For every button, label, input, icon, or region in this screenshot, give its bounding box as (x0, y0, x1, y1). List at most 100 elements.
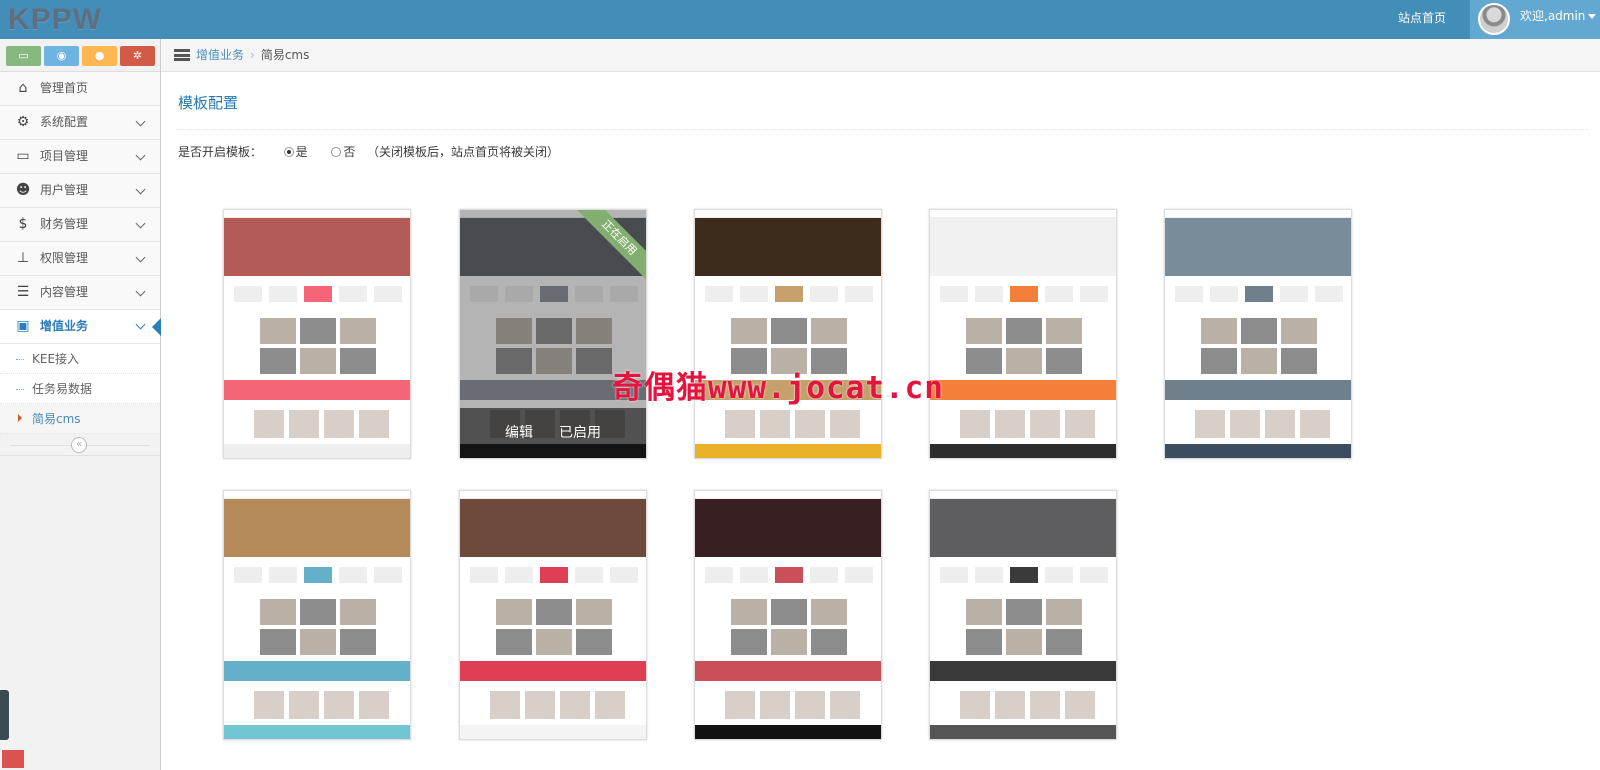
cogs-shortcut-button[interactable]: ✲ (120, 46, 155, 66)
breadcrumb-parent-link[interactable]: 增值业务 (196, 48, 244, 62)
sidebar-subitem-3[interactable]: 简易cms (0, 404, 160, 434)
template-banner (1165, 218, 1351, 276)
sidebar-item-4[interactable]: ☻ 用户管理 (0, 174, 160, 208)
sidebar-item-6[interactable]: ⊥ 权限管理 (0, 242, 160, 276)
template-feature-block (1045, 567, 1073, 583)
breadcrumb-current: 简易cms (260, 48, 310, 62)
sidebar-item-8[interactable]: ▣ 增值业务 (0, 310, 161, 344)
template-footer (695, 444, 881, 458)
template-thumb-block (1300, 410, 1330, 438)
template-image-block (771, 629, 807, 655)
user-shortcut-button[interactable]: ● (82, 46, 117, 66)
template-image-block (1046, 599, 1082, 625)
template-footer (695, 725, 881, 739)
template-stats-strip (224, 380, 410, 400)
caret-down-icon[interactable] (1588, 14, 1596, 19)
template-card-8[interactable] (694, 490, 882, 740)
template-footer (930, 725, 1116, 739)
template-feature-block (269, 567, 297, 583)
template-image-block (260, 348, 296, 374)
template-feature-block (975, 286, 1003, 302)
template-image-block (811, 318, 847, 344)
template-card-3[interactable] (694, 209, 882, 459)
template-card-6[interactable] (223, 490, 411, 740)
chevron-down-icon (135, 319, 146, 330)
template-feature-block (1010, 286, 1038, 302)
user-icon: ● (94, 49, 105, 62)
radio-no[interactable] (331, 147, 342, 157)
template-image-block (576, 629, 612, 655)
template-feature-block (810, 567, 838, 583)
template-image-block (496, 629, 532, 655)
template-stats-strip (930, 380, 1116, 400)
template-topbar (695, 210, 881, 218)
briefcase-icon: ▣ (16, 318, 30, 334)
template-image-block (1281, 318, 1317, 344)
template-thumb-block (289, 410, 319, 438)
avatar[interactable] (1478, 3, 1510, 35)
template-feature-block (610, 567, 638, 583)
user-menu[interactable]: 欢迎,admin (1470, 0, 1600, 39)
sidebar-item-label: 增值业务 (40, 319, 89, 333)
template-image-block (731, 318, 767, 344)
template-card-7[interactable] (459, 490, 647, 740)
page-title: 模板配置 (178, 94, 239, 112)
template-stats-strip (460, 661, 646, 681)
template-footer (1165, 444, 1351, 458)
template-banner (224, 218, 410, 276)
radio-yes-label[interactable]: 是 (296, 145, 308, 159)
radio-no-label[interactable]: 否 (343, 145, 355, 159)
sidebar-subitem-1[interactable]: KEE接入 (0, 344, 160, 374)
eye-shortcut-button[interactable]: ◉ (44, 46, 79, 66)
template-image-block (340, 629, 376, 655)
side-widget-handle[interactable] (0, 690, 9, 740)
sidebar: ▭ ◉ ● ✲ ⌂ 管理首页 ⚙ 系统配置 ▭ 项目管理 ☻ 用户管理 $ 财务管理 ⊥ 权限管理 ☰ 内容管理… (0, 39, 161, 770)
brand-logo[interactable]: KPPW (8, 3, 102, 37)
sidebar-item-1[interactable]: ⌂ 管理首页 (0, 72, 160, 106)
template-image-block (260, 599, 296, 625)
template-feature-block (540, 567, 568, 583)
template-image-block (966, 318, 1002, 344)
sidebar-item-7[interactable]: ☰ 内容管理 (0, 276, 160, 310)
collapse-sidebar-icon[interactable]: « (71, 437, 87, 453)
template-feature-block (470, 567, 498, 583)
chevron-down-icon (135, 184, 146, 195)
sidebar-item-3[interactable]: ▭ 项目管理 (0, 140, 160, 174)
template-feature-block (845, 567, 873, 583)
breadcrumb: 增值业务 › 简易cms (161, 39, 1600, 72)
template-image-block (300, 348, 336, 374)
template-image-block (1241, 318, 1277, 344)
template-image-block (966, 599, 1002, 625)
template-card-2[interactable]: 正在启用 编辑 已启用 (459, 209, 647, 459)
template-image-block (340, 599, 376, 625)
template-image-block (1201, 318, 1237, 344)
template-thumb-block (359, 691, 389, 719)
chevron-down-icon (135, 252, 146, 263)
template-topbar (695, 491, 881, 499)
template-card-9[interactable] (929, 490, 1117, 740)
sidebar-collapse-row: « (0, 434, 160, 456)
home-icon: ⌂ (18, 80, 28, 96)
template-toggle-row: 是否开启模板： 是 否 （关闭模板后，站点首页将被关闭） (178, 144, 559, 160)
sidebar-item-5[interactable]: $ 财务管理 (0, 208, 160, 242)
sidebar-subitem-2[interactable]: 任务易数据 (0, 374, 160, 404)
laptop-shortcut-button[interactable]: ▭ (6, 46, 41, 66)
template-card-5[interactable] (1164, 209, 1352, 459)
template-thumb-block (760, 691, 790, 719)
watermark-text: 奇偶猫www.jocat.cn (612, 370, 944, 406)
radio-yes[interactable] (283, 147, 294, 157)
list-icon (174, 49, 190, 61)
corner-logo-icon (2, 750, 24, 768)
template-feature-block (1045, 286, 1073, 302)
template-thumb-block (725, 410, 755, 438)
template-card-1[interactable] (223, 209, 411, 459)
edit-template-button[interactable]: 编辑 (505, 425, 533, 441)
toggle-label: 是否开启模板： (178, 145, 263, 159)
template-thumb-block (830, 691, 860, 719)
template-card-4[interactable] (929, 209, 1117, 459)
template-image-block (260, 318, 296, 344)
template-image-block (1201, 348, 1237, 374)
template-image-block (300, 318, 336, 344)
sidebar-item-2[interactable]: ⚙ 系统配置 (0, 106, 160, 140)
site-home-link[interactable]: 站点首页 (1398, 0, 1446, 39)
